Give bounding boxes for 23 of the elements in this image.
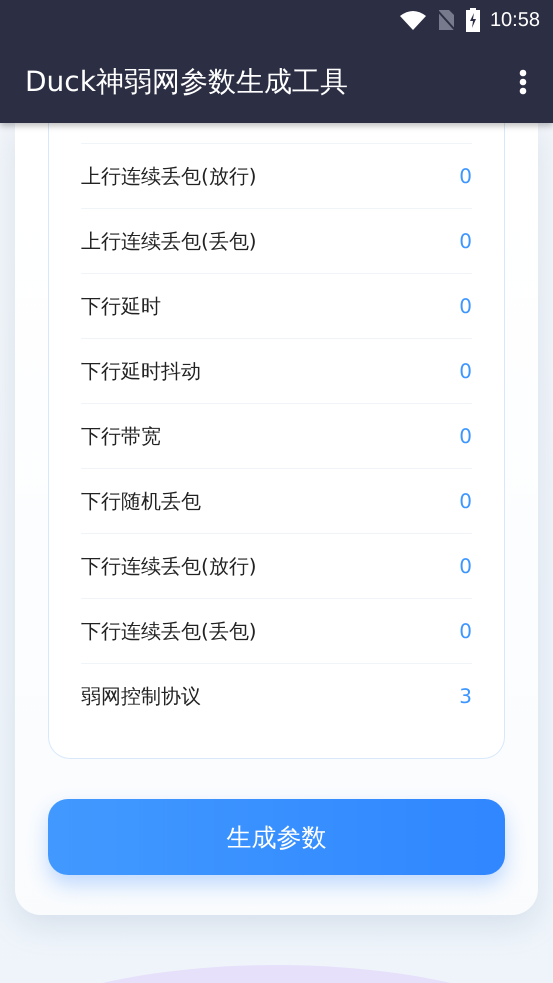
app-title: Duck神弱网参数生成工具	[25, 64, 348, 100]
param-value: 0	[459, 359, 472, 383]
param-label: 上行连续丢包(丢包)	[81, 228, 257, 254]
param-label: 上行连续丢包(放行)	[81, 162, 257, 190]
param-label: 下行延时抖动	[81, 358, 201, 384]
param-label: 下行连续丢包(放行)	[81, 552, 257, 580]
param-value: 3	[459, 684, 472, 708]
param-label: 下行延时	[81, 292, 161, 320]
generate-button[interactable]: 生成参数	[48, 799, 505, 875]
param-value: 0	[459, 424, 472, 448]
param-value: 0	[459, 489, 472, 513]
param-value: 0	[459, 164, 472, 188]
param-value: 0	[459, 229, 472, 253]
wifi-icon	[400, 10, 426, 30]
status-time: 10:58	[490, 8, 540, 32]
param-value: 0	[459, 554, 472, 578]
param-label: 弱网控制协议	[81, 682, 201, 710]
param-value: 0	[459, 294, 472, 318]
battery-charging-icon	[466, 8, 480, 32]
param-value: 0	[459, 619, 472, 643]
param-label: 下行随机丢包	[81, 488, 201, 514]
param-label: 下行连续丢包(丢包)	[81, 618, 257, 644]
param-label: 下行带宽	[81, 422, 161, 450]
